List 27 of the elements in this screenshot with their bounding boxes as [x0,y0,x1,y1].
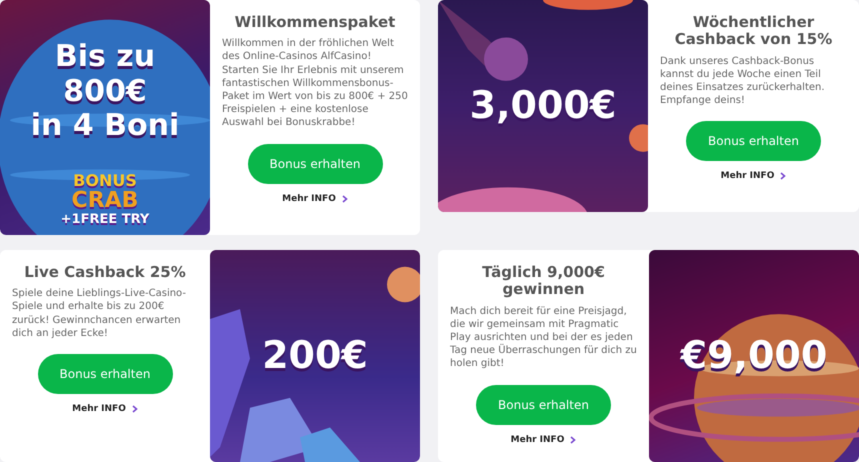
promo-headline: Bis zu [54,40,156,74]
card-description: Dank unseres Cashback-Bonus kannst du jede Woche einen Teil deines Einsatzes zurückerhalten. Empfange deins! [660,54,826,108]
card-title: Live Cashback 25% [24,264,186,282]
card-title: Täglich 9,000€ gewinnen [481,264,606,298]
chevron-right-icon [570,436,576,444]
chevron-right-icon [780,172,786,180]
more-info-link[interactable]: Mehr INFO [72,404,126,414]
badge-label: +1FREE TRY [60,212,150,227]
chevron-right-icon [132,405,138,414]
promo-headline: 3,000€ [470,84,616,128]
card-title: Willkommenspaket [234,14,396,32]
card-title: Wöchentlicher Cashback von 15% [674,14,834,48]
promo-headline: 200€ [262,334,368,378]
card-description: Willkommen in der fröhlichen Welt des Online-Casinos AlfCasino! Starten Sie Ihr Erlebnis mit unserem fantastischen Willkommensbonus-Paket im Wert von bis zu 800€ + 250 Freispielen + eine kostenlose Auswahl bei Bonuskrabbe! [222,37,408,130]
more-info-link[interactable]: Mehr INFO [720,171,774,182]
promo-headline: 800€ [63,74,147,109]
card-description: Spiele deine Lieblings-Live-Casino-Spiele und erhalte bis zu 200€ zurück! Gewinnchancen erwarten dich an jeder Ecke! [12,287,187,340]
badge-label: CRAB [72,190,138,212]
more-info-link[interactable]: Mehr INFO [282,194,336,204]
promo-headline: in 4 Boni [30,109,180,144]
planet-drawing [629,124,648,152]
badge-label: BONUS [73,171,137,190]
planet-drawing [387,266,420,302]
promo-headline: €9,000 [680,334,828,378]
card-description: Mach dich bereit für eine Preisjagd, die wir gemeinsam mit Pragmatic Play ausrichten und bei der es jeden Tag neue Überraschungen für dich zu holen gibt! [450,304,637,371]
more-info-link[interactable]: Mehr INFO [510,434,564,445]
chevron-right-icon [342,194,348,203]
